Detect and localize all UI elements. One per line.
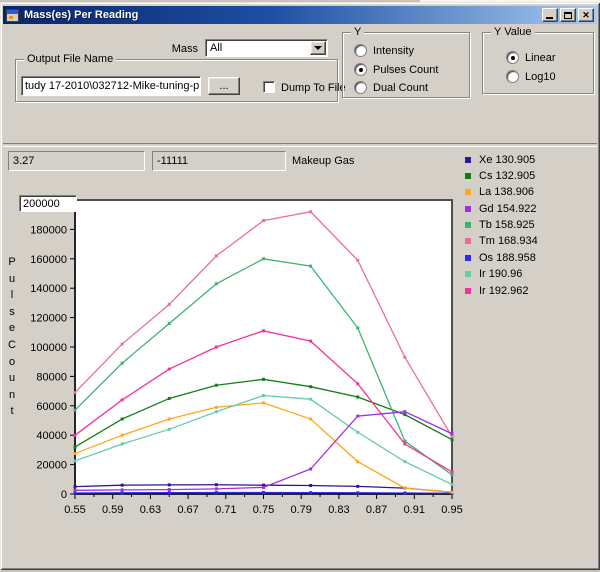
svg-text:0.55: 0.55 [64, 504, 85, 516]
chevron-down-icon [314, 46, 322, 50]
output-file-group-title: Output File Name [24, 53, 116, 65]
y-max-input[interactable]: 200000 [19, 195, 77, 212]
mass-combobox[interactable]: All [205, 39, 328, 57]
app-icon [6, 9, 19, 22]
chart-region: 0.55 0.59 0.63 0.67 0.71 0.75 0.79 0.83 0.87 0.91… [0, 145, 600, 572]
legend-swatch-icon [465, 271, 471, 277]
svg-text:40000: 40000 [36, 430, 67, 442]
radio-log10[interactable] [506, 70, 519, 83]
legend-item: Cs 132.905 [465, 170, 538, 181]
legend-item: Gd 154.922 [465, 203, 538, 214]
legend-item: Ir 192.962 [465, 285, 538, 296]
legend-item: Ir 190.96 [465, 269, 538, 280]
legend-swatch-icon [465, 288, 471, 294]
app-window: Mass(es) Per Reading ✕ Mass All Output F… [0, 2, 600, 570]
minimize-icon [546, 17, 553, 19]
radio-pulses-count[interactable] [354, 63, 367, 76]
mass-combobox-value: All [210, 42, 222, 54]
radio-linear-label: Linear [525, 52, 556, 64]
legend-swatch-icon [465, 255, 471, 261]
svg-text:180000: 180000 [30, 224, 67, 236]
maximize-icon [564, 12, 572, 19]
legend-swatch-icon [465, 157, 471, 163]
legend-item-label: Cs 132.905 [479, 170, 535, 182]
dump-to-file-checkbox[interactable] [263, 81, 275, 93]
svg-text:0.71: 0.71 [215, 504, 236, 516]
minimize-button[interactable] [542, 8, 558, 22]
svg-text:0.83: 0.83 [328, 504, 349, 516]
svg-text:0.67: 0.67 [177, 504, 198, 516]
browse-button-label: ... [219, 80, 228, 92]
legend-swatch-icon [465, 238, 471, 244]
mass-combobox-dropdown-button[interactable] [310, 41, 326, 55]
legend-item-label: Ir 192.962 [479, 285, 529, 297]
legend-item-label: Tm 168.934 [479, 235, 538, 247]
svg-text:0.75: 0.75 [253, 504, 274, 516]
legend-item: Xe 130.905 [465, 154, 538, 165]
title-bar[interactable]: Mass(es) Per Reading ✕ [3, 6, 597, 24]
svg-text:80000: 80000 [36, 371, 67, 383]
legend-item: Os 188.958 [465, 252, 538, 263]
dump-to-file-label: Dump To File [281, 82, 346, 94]
legend-swatch-icon [465, 189, 471, 195]
svg-text:60000: 60000 [36, 401, 67, 413]
legend-swatch-icon [465, 206, 471, 212]
svg-text:0: 0 [61, 489, 67, 501]
maximize-button[interactable] [560, 8, 576, 22]
svg-text:0.63: 0.63 [140, 504, 161, 516]
legend-swatch-icon [465, 173, 471, 179]
svg-text:0.95: 0.95 [441, 504, 462, 516]
legend-item: La 138.906 [465, 187, 538, 198]
close-icon: ✕ [582, 11, 590, 20]
close-button[interactable]: ✕ [578, 8, 594, 22]
legend-swatch-icon [465, 222, 471, 228]
radio-linear[interactable] [506, 51, 519, 64]
svg-text:0.87: 0.87 [366, 504, 387, 516]
radio-intensity[interactable] [354, 44, 367, 57]
y-group-title: Y [351, 26, 364, 38]
svg-text:140000: 140000 [30, 283, 67, 295]
y-axis-label: PulseCount [6, 254, 18, 420]
legend-item-label: Tb 158.925 [479, 219, 535, 231]
svg-text:160000: 160000 [30, 254, 67, 266]
legend-item: Tm 168.934 [465, 236, 538, 247]
legend-item-label: Ir 190.96 [479, 268, 522, 280]
window-title: Mass(es) Per Reading [24, 9, 542, 21]
svg-text:20000: 20000 [36, 460, 67, 472]
legend-item-label: Gd 154.922 [479, 203, 537, 215]
radio-dual-count[interactable] [354, 81, 367, 94]
radio-log10-label: Log10 [525, 71, 556, 83]
mass-label: Mass [140, 43, 198, 55]
svg-text:0.91: 0.91 [404, 504, 425, 516]
output-file-input[interactable]: tudy 17-2010\032712-Mike-tuning-pre [21, 76, 201, 96]
browse-button[interactable]: ... [208, 77, 240, 95]
svg-text:0.59: 0.59 [102, 504, 123, 516]
legend-item-label: Os 188.958 [479, 252, 536, 264]
radio-intensity-label: Intensity [373, 45, 414, 57]
svg-text:0.79: 0.79 [290, 504, 311, 516]
legend-item: Tb 158.925 [465, 220, 538, 231]
svg-text:120000: 120000 [30, 313, 67, 325]
legend-item-label: Xe 130.905 [479, 154, 535, 166]
radio-pulses-count-label: Pulses Count [373, 64, 438, 76]
chart-legend: Xe 130.905 Cs 132.905 La 138.906 Gd 154.922… [465, 154, 538, 296]
legend-item-label: La 138.906 [479, 186, 534, 198]
yvalue-group-title: Y Value [491, 26, 535, 38]
output-file-value: tudy 17-2010\032712-Mike-tuning-pre [25, 80, 201, 92]
radio-dual-count-label: Dual Count [373, 82, 428, 94]
svg-text:100000: 100000 [30, 342, 67, 354]
